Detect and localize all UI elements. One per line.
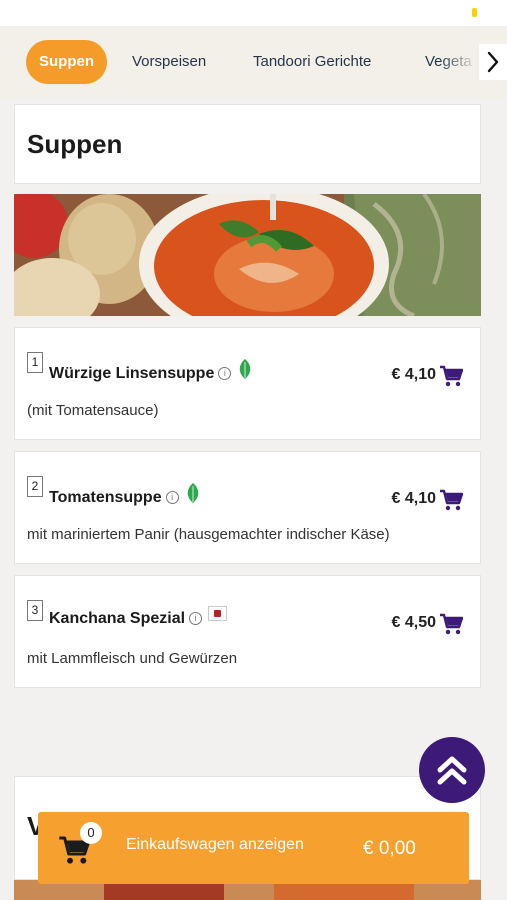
item-description: mit mariniertem Panir (hausgemachter ind… (27, 526, 390, 543)
item-description: (mit Tomatensauce) (27, 402, 159, 419)
cart-label: Einkaufswagen anzeigen (126, 836, 304, 853)
leaf-icon (187, 483, 198, 503)
item-number: 3 (27, 600, 43, 621)
item-price: € 4,50 (391, 614, 436, 631)
add-to-cart-icon[interactable] (439, 613, 463, 635)
cart-count-badge: 0 (80, 822, 102, 844)
item-name-row: Tomatensuppe i (49, 482, 201, 507)
tabs-scroll-right-button[interactable] (479, 44, 507, 80)
soup-photo (14, 194, 481, 316)
item-name: Würzige Linsensuppe (49, 365, 215, 382)
flag-icon (208, 606, 228, 621)
menu-item-card[interactable]: 3 Kanchana Spezial i mit Lammfleisch und … (14, 575, 481, 688)
tab-vorspeisen[interactable]: Vorspeisen (132, 40, 206, 84)
section-header-card: Suppen (14, 104, 481, 184)
item-description: mit Lammfleisch und Gewürzen (27, 650, 238, 667)
item-name: Kanchana Spezial (49, 610, 186, 627)
cart-total: € 0,00 (363, 838, 416, 859)
info-icon[interactable]: i (189, 612, 203, 625)
info-icon[interactable]: i (218, 367, 232, 380)
status-indicator (472, 8, 477, 17)
tab-suppen[interactable]: Suppen (26, 40, 107, 84)
item-number: 2 (27, 476, 43, 497)
add-to-cart-icon[interactable] (439, 489, 463, 511)
chevron-right-icon (487, 51, 499, 73)
item-name-row: Kanchana Spezial i (49, 606, 228, 628)
tab-tandoori-gerichte[interactable]: Tandoori Gerichte (253, 40, 371, 84)
menu-item-card[interactable]: 1 Würzige Linsensuppe i (mit Tomatensauce… (14, 327, 481, 440)
status-bar (0, 0, 507, 26)
tab-fade (439, 40, 479, 84)
item-number: 1 (27, 352, 43, 373)
item-name-row: Würzige Linsensuppe i (49, 358, 253, 383)
category-tabs: Suppen Vorspeisen Tandoori Gerichte Vege… (0, 26, 507, 98)
item-price: € 4,10 (391, 366, 436, 383)
item-name: Tomatensuppe (49, 489, 162, 506)
menu-item-card[interactable]: 2 Tomatensuppe i mit mariniertem Panir (h… (14, 451, 481, 564)
double-chevron-up-icon (437, 756, 467, 785)
section-title: Suppen (27, 129, 123, 159)
item-price: € 4,10 (391, 490, 436, 507)
view-cart-button[interactable]: 0 Einkaufswagen anzeigen € 0,00 (38, 812, 469, 884)
scroll-to-top-button[interactable] (419, 737, 485, 803)
add-to-cart-icon[interactable] (439, 365, 463, 387)
soup-hero-image (14, 194, 481, 316)
leaf-icon (240, 359, 251, 379)
info-icon[interactable]: i (165, 491, 179, 504)
